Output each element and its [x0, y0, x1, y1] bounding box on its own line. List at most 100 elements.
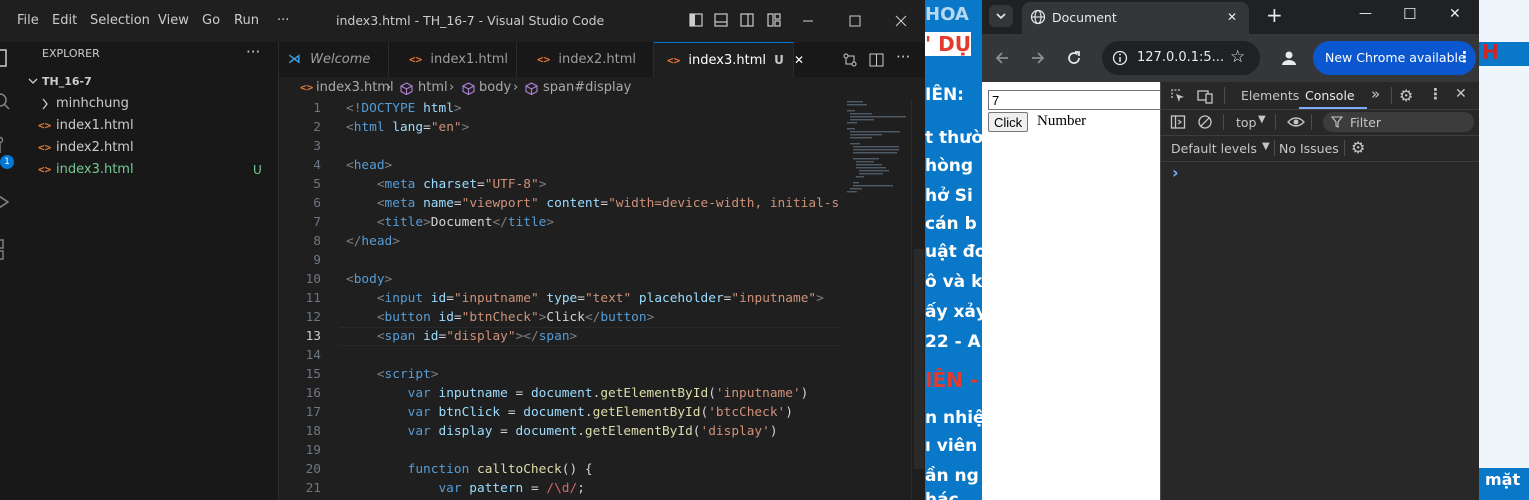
code-line[interactable]: </head> [346, 232, 400, 251]
toggle-primary-sidebar-icon[interactable] [689, 13, 703, 27]
tab-index2[interactable]: <> index2.html [517, 42, 654, 77]
back-arrow-icon[interactable] [994, 50, 1010, 66]
forward-arrow-icon[interactable] [1030, 50, 1046, 66]
filter-input[interactable]: Filter [1323, 112, 1474, 132]
close-tab-icon[interactable]: ✕ [1227, 10, 1237, 24]
toggle-panel-icon[interactable] [714, 13, 728, 27]
code-line[interactable]: var inputname = document.getElementById(… [346, 384, 809, 403]
explorer-more-button[interactable]: ··· [246, 43, 260, 61]
tab-index1[interactable]: <> index1.html [389, 42, 517, 77]
minimize-icon[interactable] [801, 14, 815, 28]
menu-edit[interactable]: Edit [52, 13, 77, 28]
background-text: IÊN - I [925, 368, 982, 392]
inputname-field[interactable] [988, 90, 1168, 110]
scrollbar-thumb[interactable] [914, 249, 924, 469]
tab-index3[interactable]: <> index3.html U ✕ [654, 42, 804, 77]
menu-more[interactable]: ··· [277, 13, 289, 28]
breadcrumb-span[interactable]: span#display [543, 77, 631, 99]
code-line[interactable]: <input id="inputname" type="text" placeh… [346, 289, 824, 308]
minimap[interactable] [839, 99, 911, 500]
split-editor-icon[interactable] [869, 52, 885, 68]
maximize-icon[interactable] [848, 14, 862, 28]
code-line[interactable]: <title>Document</title> [346, 213, 554, 232]
code-line[interactable]: <!DOCTYPE html> [346, 99, 462, 118]
console-prompt[interactable]: › [1172, 163, 1179, 182]
code-editor[interactable]: 1 <!DOCTYPE html> 2 <html lang="en"> 3 4 <head… [279, 99, 839, 500]
code-line[interactable]: var display = document.getElementById('d… [346, 422, 778, 441]
profile-icon[interactable] [1280, 49, 1298, 67]
live-expression-eye-icon[interactable] [1287, 114, 1305, 130]
code-line[interactable]: <body> [346, 270, 392, 289]
kebab-menu-icon[interactable]: ⋮ [1457, 48, 1472, 66]
line-number: 3 [313, 139, 321, 154]
background-text: hòng [925, 156, 974, 176]
console-settings-gear-icon[interactable]: ⚙ [1351, 138, 1365, 157]
site-info-icon[interactable] [1112, 50, 1128, 66]
tree-item-index3[interactable]: <> index3.html U [22, 159, 278, 181]
sidebar-toggle-icon[interactable] [1170, 114, 1186, 130]
code-line[interactable]: <span id="display"></span> [346, 327, 577, 346]
menu-view[interactable]: View [158, 13, 189, 28]
code-line[interactable]: var btnClick = document.getElementById('… [346, 403, 793, 422]
reload-icon[interactable] [1066, 50, 1082, 66]
issues-counter[interactable]: No Issues [1279, 141, 1339, 156]
clear-console-icon[interactable] [1197, 114, 1213, 130]
bookmark-star-icon[interactable]: ☆ [1230, 47, 1245, 67]
inspect-element-icon[interactable] [1170, 88, 1186, 104]
close-window-icon[interactable]: ✕ [1449, 6, 1461, 22]
tab-welcome[interactable]: ⋊ Welcome [279, 42, 389, 77]
code-line[interactable]: function calltoCheck() { [346, 460, 593, 479]
code-line[interactable]: <html lang="en"> [346, 118, 469, 137]
tab-close-icon[interactable]: ✕ [794, 53, 804, 67]
more-tabs-icon[interactable]: » [1371, 85, 1380, 103]
breadcrumb-html[interactable]: html [418, 77, 448, 99]
tab-elements[interactable]: Elements [1241, 88, 1299, 103]
address-bar[interactable]: 127.0.0.1:5... ☆ [1102, 41, 1260, 75]
source-control-icon[interactable] [0, 136, 14, 156]
divider [1311, 114, 1312, 130]
tree-item-index2[interactable]: <> index2.html [22, 137, 278, 159]
code-line[interactable]: var pattern = /\d/; [346, 479, 584, 498]
maximize-icon[interactable]: ☐ [1403, 5, 1416, 23]
device-toolbar-icon[interactable] [1197, 88, 1213, 104]
toggle-secondary-sidebar-icon[interactable] [740, 13, 754, 27]
run-debug-icon[interactable] [0, 192, 14, 212]
code-line[interactable]: <meta name="viewport" content="width=dev… [346, 194, 839, 213]
log-levels-dropdown[interactable]: Default levels [1171, 141, 1257, 156]
menu-run[interactable]: Run [234, 13, 259, 28]
compare-changes-icon[interactable] [842, 52, 858, 68]
breadcrumb-file[interactable]: index3.html [316, 77, 394, 99]
background-text: n nhiệ [925, 408, 982, 428]
devtools-menu-icon[interactable]: ⋮ [1428, 85, 1443, 103]
menu-file[interactable]: File [17, 13, 39, 28]
extensions-icon[interactable] [0, 238, 14, 262]
customize-layout-icon[interactable] [767, 13, 781, 27]
tree-item-minhchung[interactable]: minhchung [22, 93, 278, 115]
new-tab-button[interactable]: + [1266, 3, 1283, 27]
new-chrome-available-button[interactable]: New Chrome available ⋮ [1313, 41, 1476, 75]
more-actions-icon[interactable]: ··· [896, 48, 910, 66]
chrome-tab-document[interactable]: Document ✕ [1022, 2, 1249, 34]
context-selector[interactable]: top [1236, 115, 1256, 130]
code-line[interactable]: <head> [346, 156, 392, 175]
explorer-icon[interactable] [0, 48, 12, 70]
tab-search-button[interactable] [989, 5, 1013, 27]
close-devtools-icon[interactable]: ✕ [1455, 86, 1467, 102]
vertical-scrollbar[interactable] [911, 99, 925, 500]
workspace-folder[interactable]: TH_16-7 [22, 71, 278, 93]
tree-item-index1[interactable]: <> index1.html [22, 115, 278, 137]
breadcrumb-body[interactable]: body [479, 77, 511, 99]
search-icon[interactable] [0, 92, 12, 112]
menu-go[interactable]: Go [202, 13, 220, 28]
menu-selection[interactable]: Selection [90, 13, 150, 28]
settings-gear-icon[interactable]: ⚙ [1399, 86, 1413, 105]
breadcrumb-separator: › [513, 80, 519, 95]
code-line[interactable]: <button id="btnCheck">Click</button> [346, 308, 654, 327]
click-button[interactable]: Click [988, 112, 1029, 132]
code-line[interactable]: <meta charset="UTF-8"> [346, 175, 547, 194]
code-line[interactable]: <script> [346, 365, 439, 384]
html-file-icon: <> [300, 81, 314, 94]
tab-console[interactable]: Console [1305, 88, 1355, 103]
close-icon[interactable] [894, 14, 908, 28]
minimize-icon[interactable]: — [1359, 6, 1372, 21]
